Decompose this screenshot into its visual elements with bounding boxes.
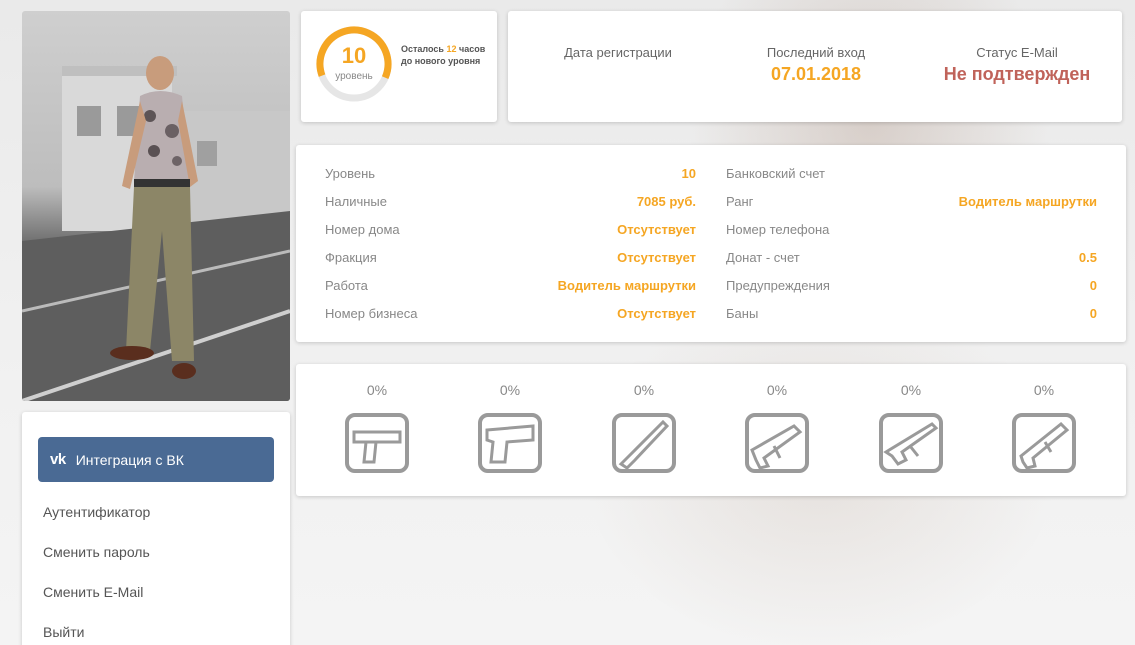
stat-value: Водитель маршрутки [557, 277, 696, 293]
stat-label: Донат - счет [726, 249, 800, 265]
stat-label: Номер бизнеса [325, 305, 418, 321]
level-note-prefix: Осталось [401, 44, 444, 54]
stat-label: Номер телефона [726, 221, 830, 237]
email-status-label: Статус E-Mail [976, 45, 1058, 60]
weapon-skill: 0% [1004, 382, 1084, 479]
shotgun-icon [612, 413, 676, 473]
level-number: 10 [341, 43, 367, 68]
last-login-value: 07.01.2018 [770, 64, 862, 84]
stat-row: Донат - счет 0.5 [726, 247, 1097, 267]
stat-value: Отсутствует [617, 249, 696, 265]
stat-row: Номер телефона [726, 219, 1097, 239]
stat-row: Ранг Водитель маршрутки [726, 191, 1097, 211]
menu-item-logout[interactable]: Выйти [43, 624, 84, 640]
desert-eagle-icon [478, 413, 542, 473]
stat-value: 0 [1089, 305, 1097, 321]
vk-integration-label: Интеграция с ВК [75, 451, 184, 468]
weapon-skill-percent: 0% [900, 382, 922, 398]
stat-row: Наличные 7085 руб. [325, 191, 696, 211]
stat-row: Баны 0 [726, 303, 1097, 323]
level-card: 10 уровень Осталось 12 часов до нового у… [301, 11, 497, 122]
stat-label: Номер дома [325, 221, 400, 237]
stat-row: Номер бизнеса Отсутствует [325, 303, 696, 323]
stat-value: 10 [681, 165, 696, 181]
stat-row: Предупреждения 0 [726, 275, 1097, 295]
last-login: Последний вход 07.01.2018 [736, 45, 896, 85]
stat-row: Уровень 10 [325, 163, 696, 183]
registration-date-label: Дата регистрации [564, 45, 672, 60]
vk-integration-button[interactable]: vk Интеграция с ВК [38, 437, 274, 482]
smg-icon [745, 413, 809, 473]
stat-value: 0 [1089, 277, 1097, 293]
level-note-hours: 12 [446, 44, 457, 54]
menu-item-change-password[interactable]: Сменить пароль [43, 544, 150, 560]
stat-row: Работа Водитель маршрутки [325, 275, 696, 295]
weapon-skill-percent: 0% [1033, 382, 1055, 398]
weapon-skill: 0% [737, 382, 817, 479]
last-login-label: Последний вход [766, 45, 866, 60]
stat-label: Фракция [325, 249, 377, 265]
vk-icon: vk [50, 451, 66, 468]
stat-value: Водитель маршрутки [958, 193, 1097, 209]
stat-label: Предупреждения [726, 277, 830, 293]
weapon-skill-percent: 0% [499, 382, 521, 398]
m4-rifle-icon [1012, 413, 1076, 473]
menu-item-authenticator[interactable]: Аутентификатор [43, 504, 150, 520]
stat-label: Ранг [726, 193, 754, 209]
menu-item-change-email[interactable]: Сменить E-Mail [43, 584, 143, 600]
character-avatar [22, 11, 290, 401]
weapon-skill: 0% [470, 382, 550, 479]
weapon-skill: 0% [871, 382, 951, 479]
weapon-skill: 0% [604, 382, 684, 479]
email-status-value: Не подтвержден [943, 64, 1091, 84]
stat-label: Баны [726, 305, 759, 321]
stat-label: Наличные [325, 193, 387, 209]
stat-value: 0.5 [1078, 249, 1097, 265]
weapon-skills-card: 0% 0% 0% 0% 0% 0% [296, 364, 1126, 496]
stat-value: 7085 руб. [636, 193, 696, 209]
stat-value: Отсутствует [617, 221, 696, 237]
level-label: уровень [335, 71, 373, 82]
stat-row: Банковский счет [726, 163, 1097, 183]
account-info-card: Дата регистрации Последний вход 07.01.20… [508, 11, 1122, 122]
player-stats-card: Уровень 10 Наличные 7085 руб. Номер дома Отсу… [296, 145, 1126, 342]
weapon-skill: 0% [337, 382, 417, 479]
stat-row: Фракция Отсутствует [325, 247, 696, 267]
weapon-skill-percent: 0% [766, 382, 788, 398]
email-status: Статус E-Mail Не подтвержден [922, 45, 1112, 85]
ak47-icon [879, 413, 943, 473]
stat-label: Уровень [325, 165, 376, 181]
stat-value: Отсутствует [617, 305, 696, 321]
account-menu: vk Интеграция с ВК Аутентификатор Сменит… [22, 412, 290, 645]
registration-date: Дата регистрации [538, 45, 698, 64]
level-remaining-note: Осталось 12 часов до нового уровня [401, 43, 493, 67]
stat-label: Банковский счет [726, 165, 825, 181]
silenced-pistol-icon [345, 413, 409, 473]
weapon-skill-percent: 0% [633, 382, 655, 398]
stat-label: Работа [325, 277, 368, 293]
weapon-skill-percent: 0% [366, 382, 388, 398]
stat-row: Номер дома Отсутствует [325, 219, 696, 239]
